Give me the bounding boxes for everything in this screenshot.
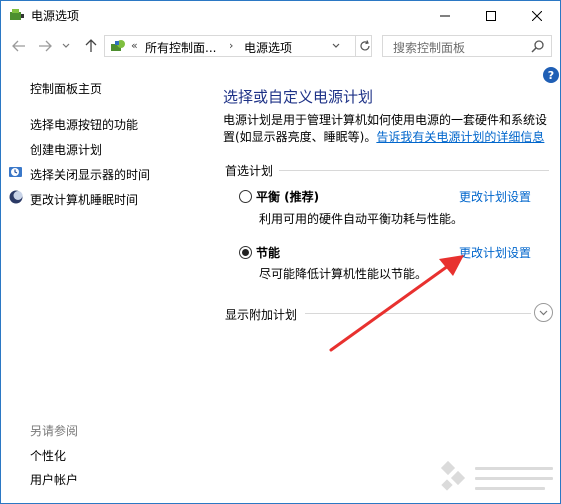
description-line-1: 电源计划是用于管理计算机如何使用电源的一套硬件和系统设	[223, 113, 548, 127]
sidebar-item-display-off-time[interactable]: 选择关闭显示器的时间	[30, 166, 150, 183]
plan-name-power-saver[interactable]: 节能	[256, 244, 280, 261]
power-options-icon	[10, 9, 24, 20]
search-input[interactable]: 搜索控制面板	[382, 35, 552, 57]
address-history-button[interactable]	[327, 38, 345, 54]
expand-additional-plans-button[interactable]	[534, 303, 553, 322]
chevron-down-icon	[332, 43, 340, 48]
refresh-icon	[359, 40, 370, 51]
see-also-heading: 另请参阅	[30, 424, 79, 438]
forward-button[interactable]	[35, 36, 55, 56]
help-button[interactable]: ?	[543, 67, 559, 83]
window-title: 电源选项	[31, 9, 80, 23]
refresh-button[interactable]	[355, 36, 373, 56]
show-additional-plans-label[interactable]: 显示附加计划	[225, 306, 297, 323]
close-icon	[532, 10, 542, 21]
back-button[interactable]	[9, 36, 29, 56]
see-also-personalization[interactable]: 个性化	[30, 447, 66, 464]
plan-radio-power-saver[interactable]	[239, 246, 252, 259]
display-timer-icon	[9, 167, 22, 177]
page-description: 电源计划是用于管理计算机如何使用电源的一套硬件和系统设 置(如显示器亮度、睡眠等…	[223, 112, 553, 146]
up-button[interactable]	[81, 36, 101, 56]
title-bar: 电源选项	[1, 1, 560, 30]
power-options-window: 电源选项 « 所有控制面... › 电源选项 搜索控制面板 ? 控制面板主页 选…	[0, 0, 561, 504]
breadcrumb-separator[interactable]: ›	[229, 39, 233, 52]
minimize-button[interactable]	[422, 1, 468, 30]
chevron-down-icon	[539, 310, 548, 315]
plan-desc-balanced: 利用可用的硬件自动平衡功耗与性能。	[259, 212, 464, 226]
sidebar-item-create-plan[interactable]: 创建电源计划	[30, 141, 102, 158]
minimize-icon	[440, 15, 450, 16]
sidebar-item-control-panel-home[interactable]: 控制面板主页	[30, 80, 102, 97]
search-icon[interactable]	[531, 39, 545, 53]
arrow-up-icon	[85, 39, 97, 52]
breadcrumb-overflow[interactable]: «	[131, 39, 138, 52]
see-also-user-accounts[interactable]: 用户帐户	[30, 471, 78, 488]
maximize-button[interactable]	[468, 1, 514, 30]
navigation-bar: « 所有控制面... › 电源选项 搜索控制面板	[1, 32, 560, 60]
arrow-right-icon	[39, 40, 52, 52]
arrow-left-icon	[12, 40, 25, 52]
description-line-2: 置(如显示器亮度、睡眠等)。告诉我有关电源计划的详细信息	[223, 129, 553, 146]
sidebar-item-power-buttons[interactable]: 选择电源按钮的功能	[30, 116, 138, 133]
breadcrumb-all-control-panel[interactable]: 所有控制面...	[145, 39, 216, 56]
divider	[279, 170, 549, 171]
sidebar-item-sleep-time[interactable]: 更改计算机睡眠时间	[30, 191, 138, 208]
sleep-moon-icon	[9, 190, 23, 204]
divider	[305, 313, 531, 314]
maximize-icon	[486, 10, 496, 21]
preferred-plans-heading: 首选计划	[225, 164, 274, 178]
recent-locations-button[interactable]	[59, 36, 73, 56]
plan-name-balanced[interactable]: 平衡 (推荐)	[256, 188, 319, 205]
search-placeholder: 搜索控制面板	[393, 41, 466, 55]
plan-radio-balanced[interactable]	[239, 190, 252, 203]
description-text: 置(如显示器亮度、睡眠等)。	[223, 130, 377, 144]
change-plan-settings-power-saver[interactable]: 更改计划设置	[459, 244, 531, 261]
change-plan-settings-balanced[interactable]: 更改计划设置	[459, 188, 531, 205]
close-button[interactable]	[514, 1, 560, 30]
chevron-down-icon	[62, 43, 70, 48]
control-panel-icon	[111, 40, 125, 51]
watermark-logo-icon	[440, 460, 553, 491]
plan-desc-power-saver: 尽可能降低计算机性能以节能。	[259, 267, 428, 281]
page-title: 选择或自定义电源计划	[223, 88, 374, 106]
learn-more-link[interactable]: 告诉我有关电源计划的详细信息	[376, 130, 544, 144]
address-bar[interactable]: « 所有控制面... › 电源选项	[104, 35, 372, 57]
breadcrumb-power-options[interactable]: 电源选项	[244, 39, 292, 56]
